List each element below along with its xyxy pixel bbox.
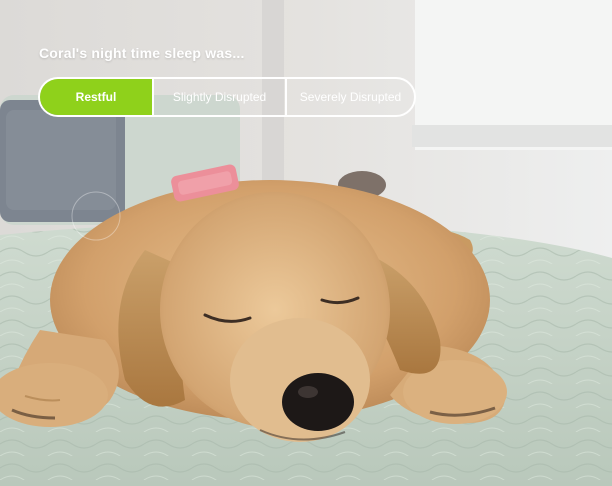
option-restful-button[interactable]: Restful: [40, 79, 152, 115]
option-severely-disrupted-button[interactable]: Severely Disrupted: [285, 79, 414, 115]
sleep-question-heading: Coral's night time sleep was...: [39, 45, 245, 61]
sleep-quality-selector: Restful Slightly Disrupted Severely Disr…: [38, 77, 416, 117]
sleep-rating-screen: Coral's night time sleep was... Restful …: [0, 0, 612, 486]
sleeping-puppy-photo: [0, 0, 612, 486]
option-slightly-disrupted-button[interactable]: Slightly Disrupted: [152, 79, 285, 115]
